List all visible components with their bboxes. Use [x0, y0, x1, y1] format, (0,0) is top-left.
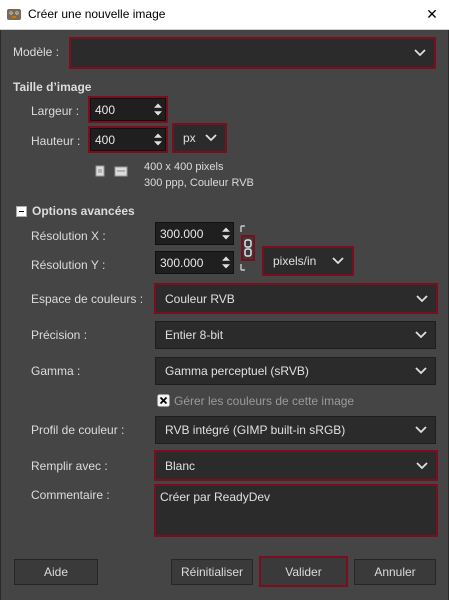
gamma-value: Gamma perceptuel (sRVB) — [165, 364, 309, 378]
gimp-app-icon — [7, 9, 21, 20]
chevron-down-icon — [415, 331, 427, 339]
dialog-body: Modèle : Taille d’image Largeur : 400 Ha… — [0, 30, 449, 600]
spin-arrows-icon[interactable] — [153, 131, 163, 148]
chevron-down-icon — [415, 367, 427, 375]
gamma-combo[interactable]: Gamma perceptuel (sRVB) — [155, 357, 436, 385]
close-icon[interactable]: ✕ — [415, 0, 449, 30]
resolution-unit-combo[interactable]: pixels/in — [262, 246, 354, 276]
height-value: 400 — [95, 132, 116, 147]
spin-arrows-icon[interactable] — [221, 225, 231, 242]
size-info-resolution: 300 ppp, Couleur RVB — [144, 177, 254, 189]
portrait-icon[interactable] — [94, 165, 106, 177]
title-bar: Créer une nouvelle image ✕ — [0, 0, 449, 30]
fill-combo[interactable]: Blanc — [154, 450, 438, 481]
cancel-button[interactable]: Annuler — [354, 559, 436, 585]
template-label: Modèle : — [13, 45, 60, 59]
color-profile-combo[interactable]: RVB intégré (GIMP built-in sRGB) — [155, 416, 436, 444]
color-profile-label: Profil de couleur : — [31, 423, 125, 437]
reset-button[interactable]: Réinitialiser — [171, 559, 253, 585]
landscape-icon[interactable] — [114, 166, 128, 177]
chevron-down-icon — [415, 426, 427, 434]
collapse-icon[interactable] — [16, 206, 27, 217]
chevron-down-icon — [205, 134, 217, 142]
width-value: 400 — [95, 102, 116, 117]
fill-label: Remplir avec : — [31, 459, 108, 473]
help-button[interactable]: Aide — [14, 559, 98, 585]
precision-combo[interactable]: Entier 8-bit — [155, 321, 436, 349]
resolution-x-value: 300.000 — [160, 226, 204, 241]
spin-arrows-icon[interactable] — [153, 101, 163, 118]
resolution-x-label: Résolution X : — [31, 229, 106, 243]
colorspace-label: Espace de couleurs : — [31, 292, 144, 306]
colorspace-value: Couleur RVB — [165, 291, 235, 306]
chevron-down-icon — [414, 49, 426, 57]
resolution-y-spin[interactable]: 300.000 — [155, 251, 234, 274]
width-spin[interactable]: 400 — [90, 98, 166, 121]
resolution-x-spin[interactable]: 300.000 — [155, 222, 234, 245]
size-info-pixels: 400 x 400 pixels — [144, 161, 224, 173]
gamma-label: Gamma : — [31, 364, 81, 378]
precision-value: Entier 8-bit — [165, 328, 224, 342]
color-profile-value: RVB intégré (GIMP built-in sRGB) — [165, 423, 346, 437]
width-label: Largeur : — [31, 104, 80, 118]
ok-button-label: Valider — [285, 564, 322, 579]
resolution-y-value: 300.000 — [160, 255, 204, 270]
window-title: Créer une nouvelle image — [28, 7, 166, 21]
manage-colors-label[interactable]: Gérer les couleurs de cette image — [174, 394, 354, 408]
height-spin[interactable]: 400 — [90, 128, 166, 151]
manage-colors-checkbox[interactable] — [157, 394, 170, 407]
chevron-down-icon — [416, 461, 428, 469]
cancel-button-label: Annuler — [374, 565, 416, 579]
fill-value: Blanc — [165, 458, 196, 473]
chain-link-icon[interactable] — [237, 224, 259, 272]
chevron-down-icon — [332, 257, 344, 265]
help-button-label: Aide — [43, 565, 69, 579]
height-label: Hauteur : — [31, 134, 81, 148]
size-unit-combo[interactable]: px — [172, 123, 227, 153]
image-size-heading: Taille d’image — [13, 80, 92, 94]
size-unit-value: px — [183, 131, 196, 145]
chevron-down-icon — [416, 294, 428, 302]
spin-arrows-icon[interactable] — [221, 254, 231, 271]
colorspace-combo[interactable]: Couleur RVB — [154, 283, 438, 314]
comment-textarea[interactable]: Créer par ReadyDev — [154, 484, 438, 537]
precision-label: Précision : — [31, 328, 88, 342]
comment-label: Commentaire : — [31, 488, 110, 502]
advanced-options-heading[interactable]: Options avancées — [32, 204, 135, 218]
template-combo[interactable] — [69, 37, 436, 69]
resolution-unit-value: pixels/in — [273, 254, 317, 268]
resolution-y-label: Résolution Y : — [31, 258, 106, 272]
comment-value: Créer par ReadyDev — [160, 490, 271, 504]
reset-button-label: Réinitialiser — [180, 565, 244, 579]
ok-button[interactable]: Valider — [259, 556, 348, 587]
